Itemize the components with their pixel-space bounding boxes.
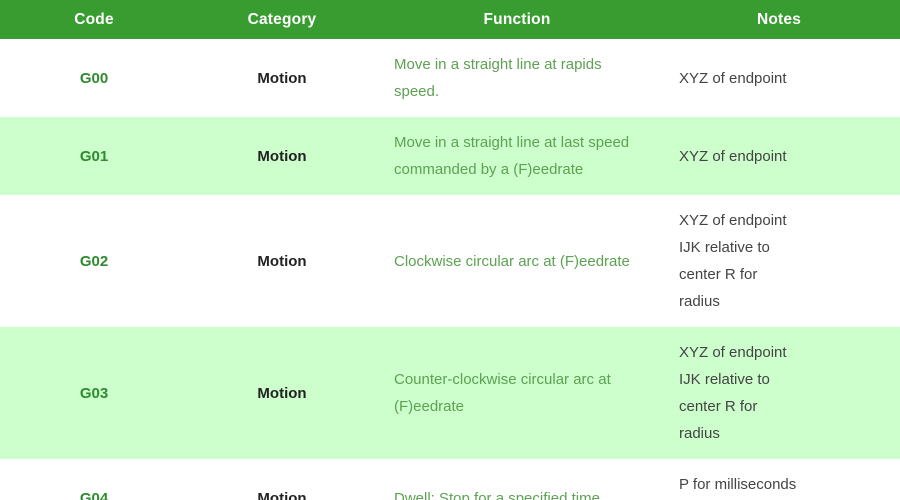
table-row: G01 Motion Move in a straight line at la… [0, 117, 900, 195]
notes-line: XYZ of endpoint [679, 344, 787, 361]
cell-function: Dwell: Stop for a specified time. [394, 489, 605, 500]
table-header: Code Category Function Notes [0, 0, 900, 39]
column-header-category[interactable]: Category [188, 0, 376, 39]
notes-line: IJK relative to [679, 239, 770, 256]
notes-line: center R for [679, 266, 758, 283]
notes-line: radius [679, 293, 720, 310]
table-row: G00 Motion Move in a straight line at ra… [0, 39, 900, 117]
table-row: G02 Motion Clockwise circular arc at (F)… [0, 195, 900, 327]
table-row: G04 Motion Dwell: Stop for a specified t… [0, 459, 900, 500]
cell-notes: XYZ of endpoint IJK relative to center R… [658, 327, 900, 459]
table-header-row: Code Category Function Notes [0, 0, 900, 39]
notes-line: XYZ of endpoint [679, 212, 787, 229]
gcode-reference-table: Code Category Function Notes G00 Motion … [0, 0, 900, 500]
cell-function: Counter-clockwise circular arc at (F)eed… [394, 371, 611, 415]
notes-line: center R for [679, 398, 758, 415]
cell-category: Motion [257, 252, 307, 270]
cell-notes: P for milliseconds X for seconds [658, 459, 900, 500]
notes-line: P for milliseconds [679, 476, 797, 493]
cell-notes: XYZ of endpoint [658, 39, 900, 117]
column-header-function[interactable]: Function [376, 0, 658, 39]
cell-notes: XYZ of endpoint IJK relative to center R… [658, 195, 900, 327]
cell-function: Move in a straight line at rapids speed. [394, 56, 602, 100]
notes-line: XYZ of endpoint [679, 147, 787, 165]
cell-function: Clockwise circular arc at (F)eedrate [394, 252, 630, 270]
cell-code: G00 [79, 69, 109, 87]
cell-category: Motion [257, 384, 307, 402]
cell-code: G03 [79, 384, 109, 402]
notes-line: XYZ of endpoint [679, 69, 787, 87]
cell-notes: XYZ of endpoint [658, 117, 900, 195]
cell-code: G04 [79, 489, 109, 500]
notes-line: radius [679, 425, 720, 442]
table-body: G00 Motion Move in a straight line at ra… [0, 39, 900, 500]
cell-category: Motion [257, 69, 307, 87]
table-row: G03 Motion Counter-clockwise circular ar… [0, 327, 900, 459]
cell-code: G01 [79, 147, 109, 165]
notes-line: IJK relative to [679, 371, 770, 388]
column-header-notes[interactable]: Notes [658, 0, 900, 39]
gcode-table-container: Code Category Function Notes G00 Motion … [0, 0, 900, 500]
cell-function: Move in a straight line at last speed co… [394, 134, 630, 178]
column-header-code[interactable]: Code [0, 0, 188, 39]
cell-category: Motion [257, 489, 307, 500]
cell-category: Motion [257, 147, 307, 165]
cell-code: G02 [79, 252, 109, 270]
